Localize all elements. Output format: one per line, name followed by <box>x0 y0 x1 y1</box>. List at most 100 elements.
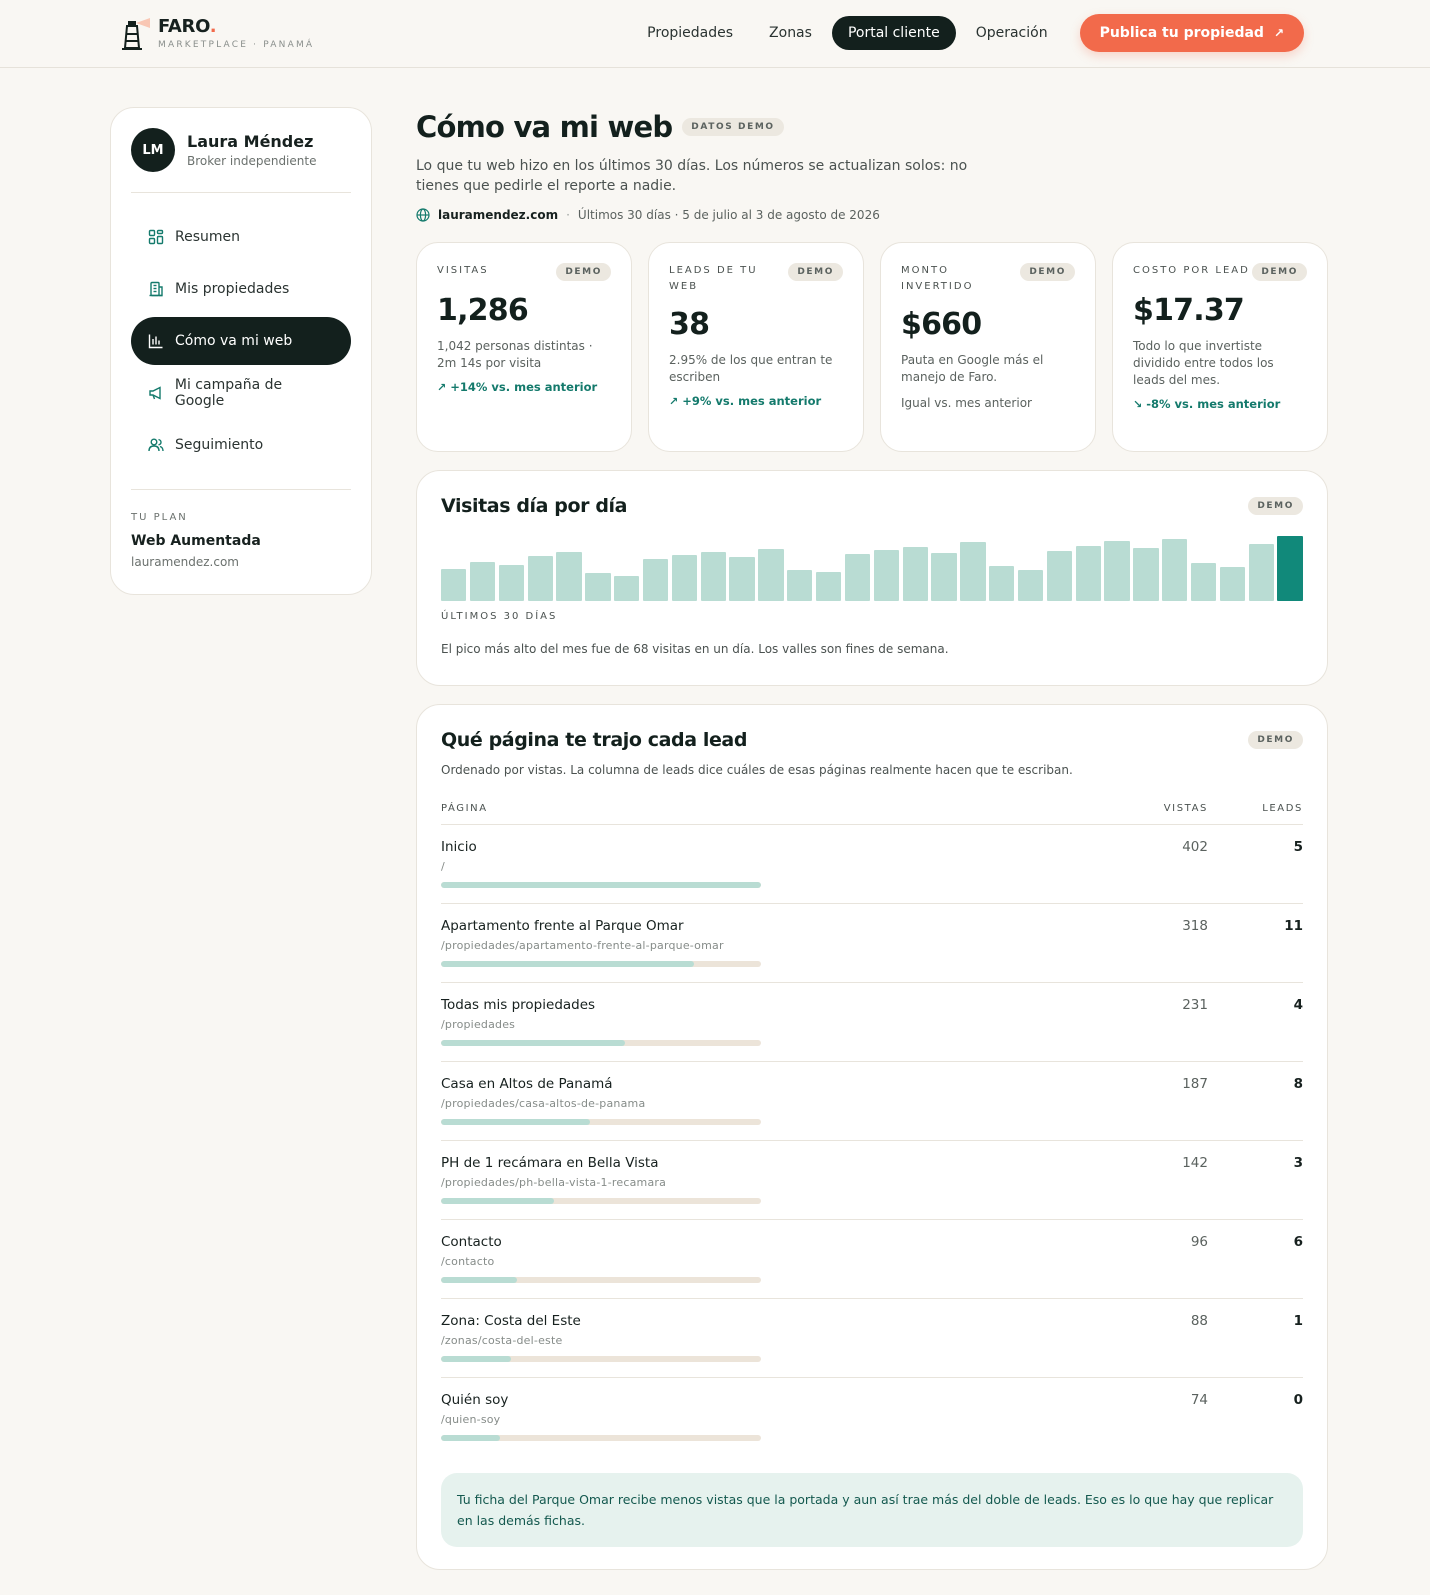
kpi-label: LEADS DE TU WEB <box>669 265 758 292</box>
building-icon <box>147 280 165 298</box>
kpi-trend: ↗ +9% vs. mes anterior <box>669 394 843 408</box>
chart-bar <box>787 570 813 601</box>
page-path: /propiedades <box>441 1018 516 1031</box>
users-icon <box>147 436 165 454</box>
avatar: LM <box>131 128 175 172</box>
kpi-cards: VISITAS DEMO 1,286 1,042 personas distin… <box>416 242 1328 452</box>
leads-cell: 3 <box>1293 1155 1303 1171</box>
chart-bar <box>1219 567 1246 601</box>
nav-link-operacion[interactable]: Operación <box>960 16 1064 50</box>
page-cell: Quién soy/quien-soy <box>441 1392 1108 1457</box>
kpi-card-costo-por-lead: COSTO POR LEAD DEMO $17.37 Todo lo que i… <box>1112 242 1328 452</box>
chart-bar <box>815 572 842 601</box>
views-progress-bar <box>441 1356 761 1362</box>
sidebar: LM Laura Méndez Broker independiente Res… <box>110 107 372 595</box>
sidebar-menu: Resumen Mis propiedades Cómo va mi web M… <box>131 193 351 490</box>
insight-callout: Tu ficha del Parque Omar recibe menos vi… <box>441 1473 1303 1547</box>
table-row[interactable]: Todas mis propiedades/propiedades 231 4 <box>441 983 1303 1062</box>
nav-link-zonas[interactable]: Zonas <box>753 16 828 50</box>
separator: · <box>566 208 570 222</box>
page-subtitle: Lo que tu web hizo en los últimos 30 día… <box>416 158 968 194</box>
kpi-value: 38 <box>669 307 710 342</box>
chart-bar <box>614 576 640 601</box>
table-title: Qué página te trajo cada lead <box>441 729 748 751</box>
kpi-card-monto-invertido: MONTO INVERTIDO DEMO $660 Pauta en Googl… <box>880 242 1096 452</box>
brand-dot: . <box>209 16 217 37</box>
arrow-up-right-icon: ↗ <box>1273 26 1284 40</box>
kpi-label: MONTO INVERTIDO <box>901 265 974 292</box>
brand-logo-link[interactable]: FARO. MARKETPLACE · PANAMÁ <box>120 16 314 52</box>
sidebar-item-mis-propiedades[interactable]: Mis propiedades <box>131 265 351 313</box>
table-row[interactable]: Quién soy/quien-soy 74 0 <box>441 1378 1303 1457</box>
table-row[interactable]: Contacto/contacto 96 6 <box>441 1220 1303 1299</box>
table-row[interactable]: PH de 1 recámara en Bella Vista/propieda… <box>441 1141 1303 1220</box>
table-row[interactable]: Inicio / 402 5 <box>441 825 1303 904</box>
profile: LM Laura Méndez Broker independiente <box>131 128 351 193</box>
kpi-value: $17.37 <box>1133 293 1245 328</box>
kpi-label: COSTO POR LEAD <box>1133 265 1250 276</box>
chart-bar <box>556 552 582 601</box>
chart-bar <box>527 556 553 601</box>
kpi-card-leads: LEADS DE TU WEB DEMO 38 2.95% de los que… <box>648 242 864 452</box>
kpi-note: Igual vs. mes anterior <box>901 396 1032 410</box>
kpi-description: 2.95% de los que entran te escriben <box>669 353 833 384</box>
page-path: /propiedades/apartamento-frente-al-parqu… <box>441 939 724 952</box>
kpi-description: Todo lo que invertiste dividido entre to… <box>1133 339 1274 387</box>
demo-badge: DEMO <box>1252 263 1307 281</box>
sidebar-item-seguimiento[interactable]: Seguimiento <box>131 421 351 469</box>
page-name: Apartamento frente al Parque Omar <box>441 918 684 934</box>
sidebar-item-como-va-mi-web[interactable]: Cómo va mi web <box>131 317 351 365</box>
views-cell: 231 <box>1182 997 1208 1013</box>
sidebar-item-resumen[interactable]: Resumen <box>131 213 351 261</box>
plan-info: TU PLAN Web Aumentada lauramendez.com <box>131 490 351 569</box>
column-header-page: PÁGINA <box>441 803 488 814</box>
lighthouse-icon <box>120 16 152 52</box>
kpi-value: $660 <box>901 307 982 342</box>
chart-bar <box>1133 548 1159 601</box>
pages-leads-card: Qué página te trajo cada lead DEMO Orden… <box>416 704 1328 1570</box>
demo-badge: DEMO <box>1020 263 1075 281</box>
table-row[interactable]: Casa en Altos de Panamá/propiedades/casa… <box>441 1062 1303 1141</box>
plan-domain: lauramendez.com <box>131 555 239 569</box>
chart-bar <box>700 552 726 601</box>
sidebar-item-label: Seguimiento <box>175 437 264 453</box>
site-domain: lauramendez.com <box>438 208 559 222</box>
views-cell: 96 <box>1190 1234 1208 1250</box>
page-name: Inicio <box>441 839 477 855</box>
chart-bar <box>642 559 669 601</box>
kpi-label: VISITAS <box>437 265 489 276</box>
profile-name: Laura Méndez <box>187 132 314 151</box>
globe-icon <box>416 208 430 222</box>
page-cell: Zona: Costa del Este/zonas/costa-del-est… <box>441 1313 1108 1377</box>
column-header-views: VISTAS <box>1163 803 1208 814</box>
publish-property-button[interactable]: Publica tu propiedad ↗ <box>1079 14 1304 52</box>
kpi-description: Pauta en Google más el manejo de Faro. <box>901 353 1044 384</box>
table-row[interactable]: Apartamento frente al Parque Omar/propie… <box>441 904 1303 983</box>
chart-bar <box>960 542 986 601</box>
sidebar-item-label: Resumen <box>175 229 241 245</box>
chart-bar <box>1017 570 1044 601</box>
column-header-leads: LEADS <box>1262 803 1303 814</box>
views-cell: 318 <box>1182 918 1208 934</box>
table-row[interactable]: Zona: Costa del Este/zonas/costa-del-est… <box>441 1299 1303 1378</box>
views-cell: 402 <box>1182 839 1208 855</box>
views-progress-fill <box>441 1277 518 1283</box>
views-progress-fill <box>441 1198 555 1204</box>
sidebar-item-mi-campana-de-google[interactable]: Mi campaña de Google <box>131 369 351 417</box>
table-body: Inicio / 402 5 Apartamento frente al Parque … <box>441 825 1303 1457</box>
bar-chart-icon <box>147 332 165 350</box>
demo-data-badge: DATOS DEMO <box>682 118 784 136</box>
page-cell: PH de 1 recámara en Bella Vista/propieda… <box>441 1155 1108 1219</box>
leads-cell: 0 <box>1293 1392 1303 1408</box>
page-name: Quién soy <box>441 1392 509 1408</box>
leads-cell: 4 <box>1293 997 1303 1013</box>
sidebar-item-label: Cómo va mi web <box>175 333 293 349</box>
page-title: Cómo va mi web <box>416 110 673 144</box>
chart-title: Visitas día por día <box>441 495 628 517</box>
demo-badge: DEMO <box>1248 497 1303 515</box>
chart-bar <box>729 557 755 601</box>
nav-link-propiedades[interactable]: Propiedades <box>631 16 749 50</box>
views-progress-bar <box>441 1277 761 1283</box>
nav-link-portal-cliente[interactable]: Portal cliente <box>831 16 956 50</box>
views-progress-fill <box>441 1119 590 1125</box>
